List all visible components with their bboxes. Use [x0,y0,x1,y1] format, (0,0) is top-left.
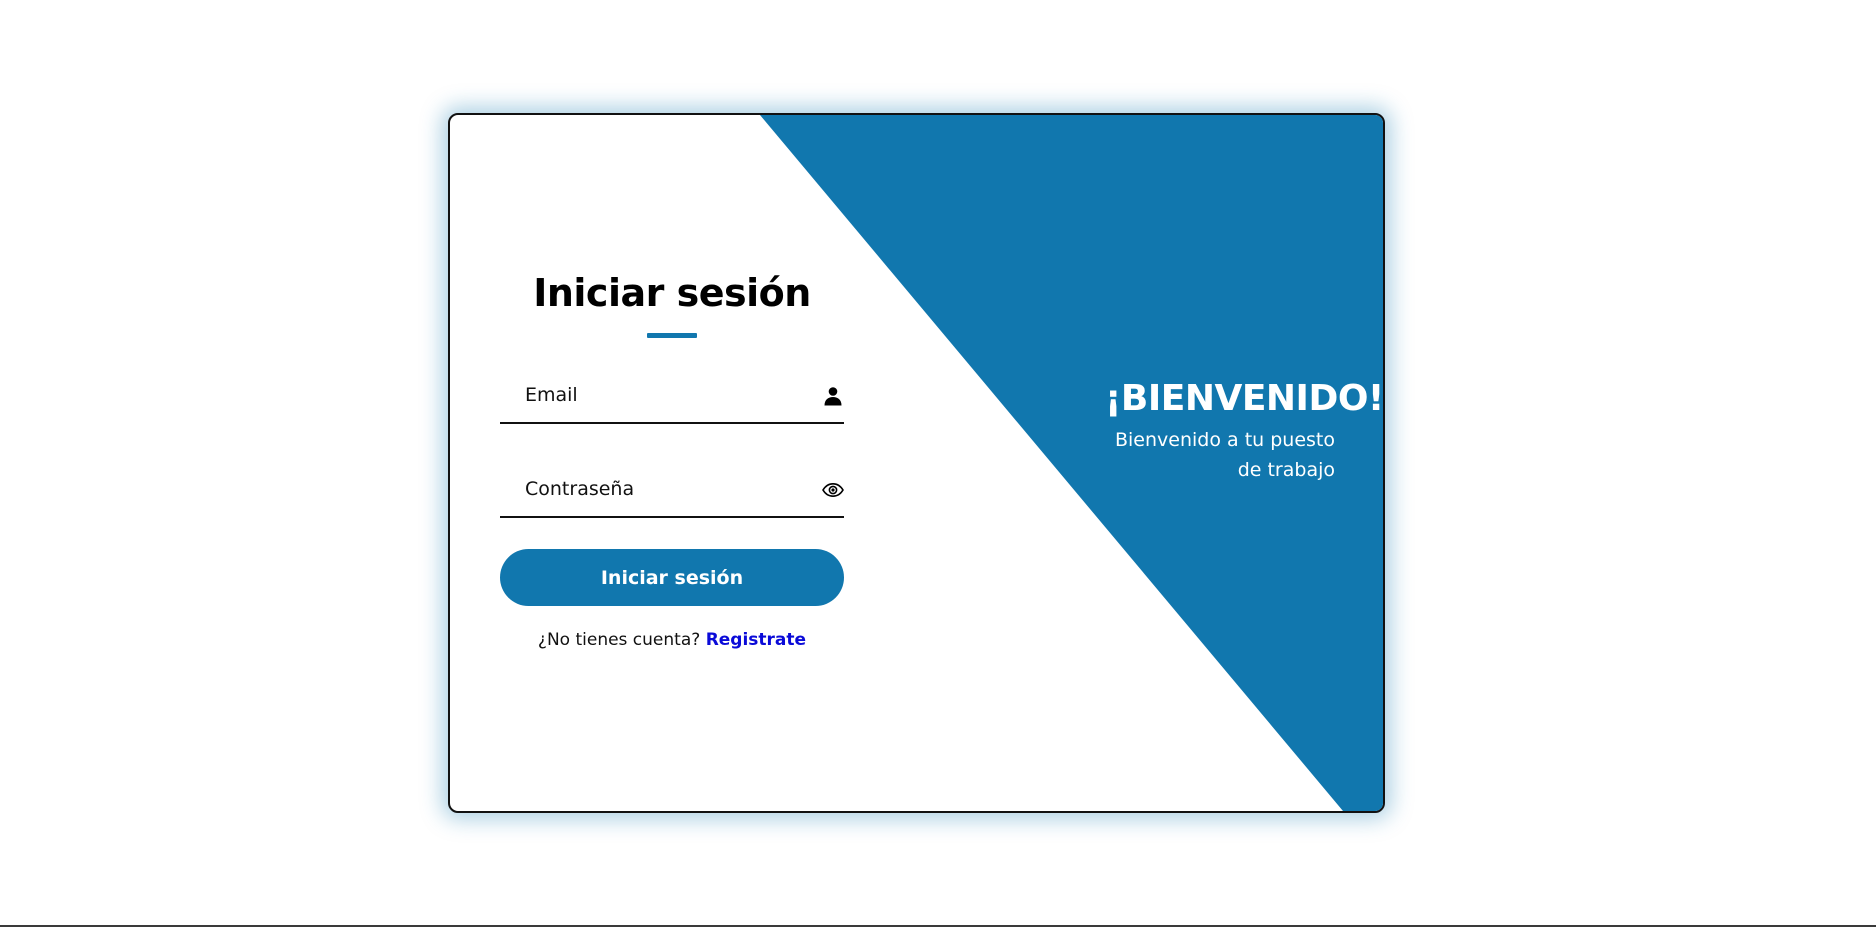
welcome-title: ¡BIENVENIDO! [1105,378,1384,419]
welcome-section: ¡BIENVENIDO! Bienvenido a tu puesto de t… [1105,375,1384,485]
login-title: Iniciar sesión [533,271,811,315]
login-button[interactable]: Iniciar sesión [500,549,844,606]
password-field [500,462,844,518]
user-icon [822,385,844,407]
no-account-text: ¿No tienes cuenta? [537,630,701,650]
password-input[interactable] [500,462,800,516]
login-form: Iniciar sesión Email Iniciar sesión ¿No … [500,265,844,650]
email-field [500,368,844,424]
login-card: Iniciar sesión Email Iniciar sesión ¿No … [448,113,1385,813]
welcome-subtitle: Bienvenido a tu puesto de trabajo [1114,429,1335,481]
title-underline [647,333,697,338]
email-input[interactable] [500,368,800,422]
eye-icon[interactable] [822,479,844,501]
page: Iniciar sesión Email Iniciar sesión ¿No … [0,0,1876,927]
register-link[interactable]: Registrate [706,630,806,650]
register-prompt: ¿No tienes cuenta? Registrate [500,630,844,650]
